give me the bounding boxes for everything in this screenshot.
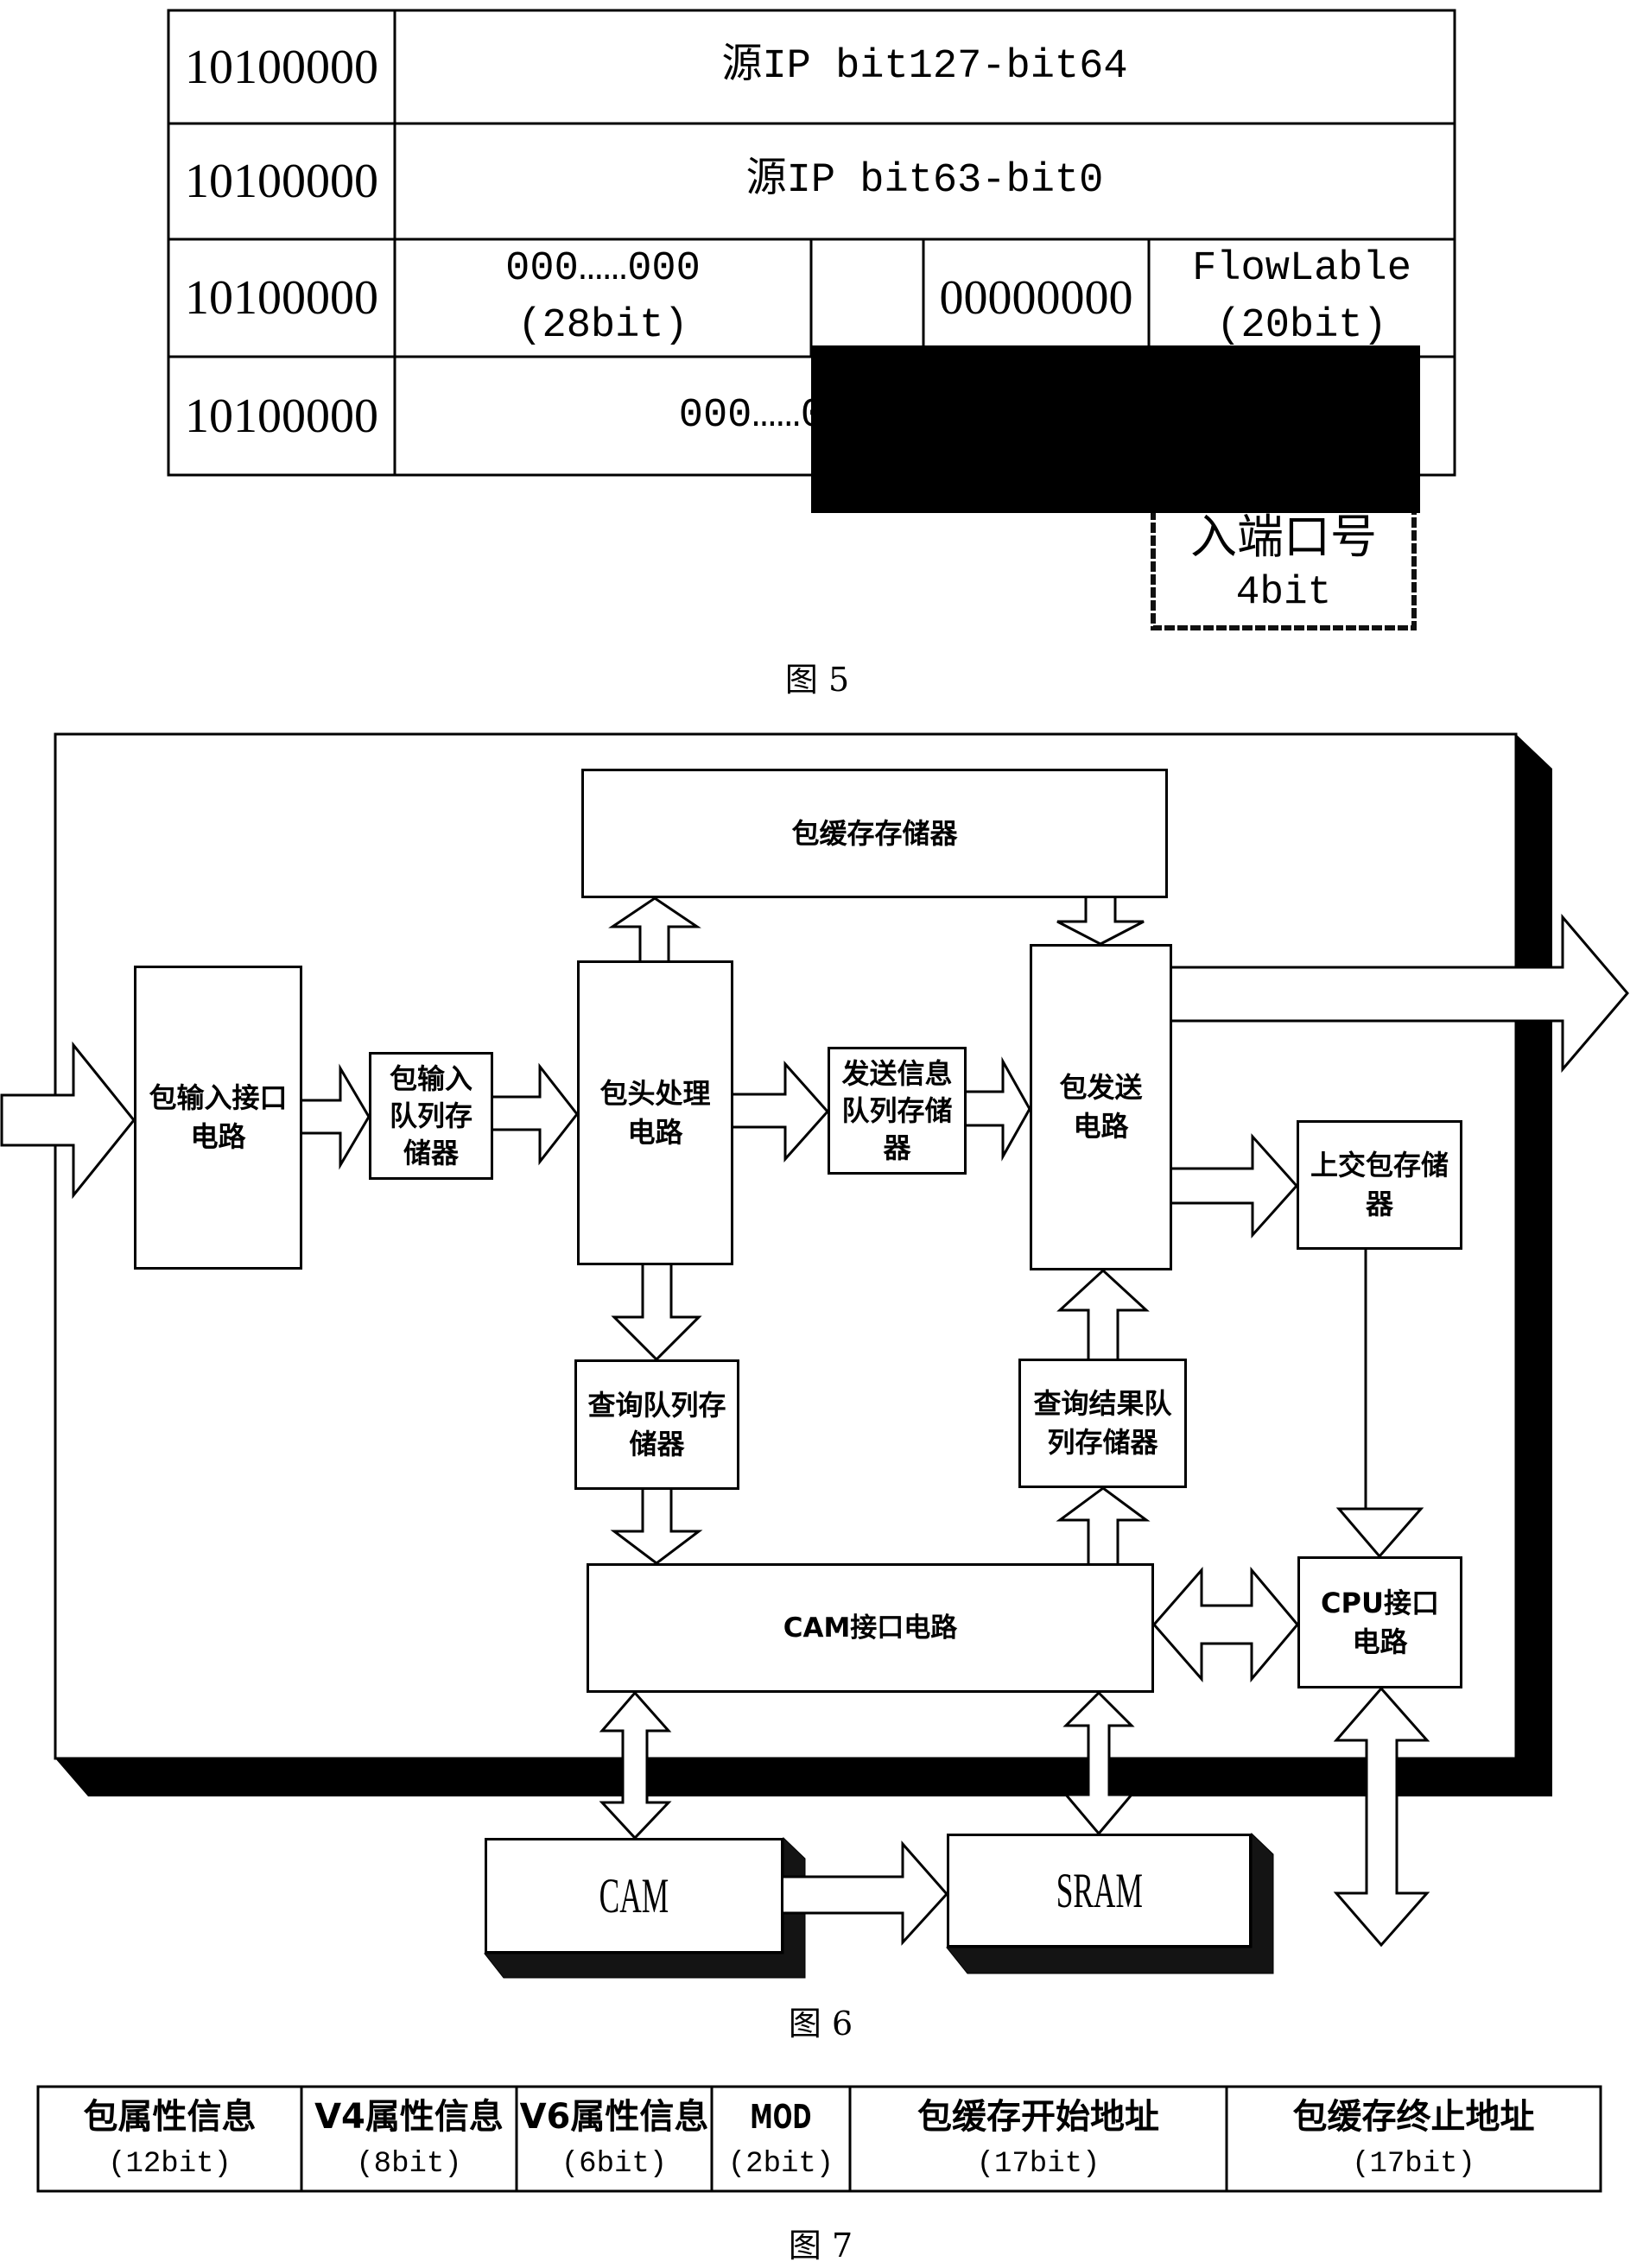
packet-input-queue-memory-block: 包输入 队列存 储器 xyxy=(369,1052,493,1180)
block-label-line: 器 xyxy=(1365,1188,1393,1220)
fig5-port-number-bits: 4bit xyxy=(1235,570,1332,615)
block-label-line: 包缓存存储器 xyxy=(791,816,958,850)
block-label-line: 电路 xyxy=(627,1115,683,1149)
fig7-field-bits: (17bit) xyxy=(1352,2147,1475,2181)
packet-send-block: 包发送 电路 xyxy=(1030,944,1172,1270)
fig5-row4-prefix: 10100000 xyxy=(185,389,378,443)
header-processing-block: 包头处理 电路 xyxy=(577,960,733,1265)
fig5-row3-empty-cell xyxy=(811,239,923,357)
fig7-field-buffer-start-address: 包缓存开始地址 (17bit) xyxy=(850,2087,1227,2191)
cpu-interface-block: CPU接口 电路 xyxy=(1297,1556,1462,1688)
fig5-row2-prefix: 10100000 xyxy=(185,155,378,208)
block-label-line: 器 xyxy=(883,1131,911,1164)
block-label-line: 电路 xyxy=(1073,1110,1129,1143)
lookup-result-queue-memory-block: 查询结果队 列存储器 xyxy=(1018,1359,1187,1488)
redaction-block xyxy=(811,345,1420,513)
fig7-field-name: 包缓存终止地址 xyxy=(1292,2096,1535,2137)
fig7-field-name: V6属性信息 xyxy=(519,2096,709,2137)
fig7-field-name: 包缓存开始地址 xyxy=(917,2096,1159,2137)
figure-7-caption: 图 7 xyxy=(788,2227,853,2265)
block-label-line: 队列存储 xyxy=(841,1093,953,1127)
fig5-port-number-label: 入端口号 xyxy=(1190,510,1377,564)
fig5-row3-zero-byte-cell: 00000000 xyxy=(939,271,1133,325)
fig5-row2-field: 源IP bit63-bit0 xyxy=(745,158,1104,204)
fig5-cell-value: FlowLable xyxy=(1192,246,1411,292)
block-label-line: 包头处理 xyxy=(599,1076,711,1110)
fig7-field-name: V4属性信息 xyxy=(314,2096,504,2137)
patent-drawing-page: 10100000 源IP bit127-bit64 10100000 源IP b… xyxy=(0,0,1630,2268)
fig7-field-buffer-end-address: 包缓存终止地址 (17bit) xyxy=(1227,2087,1601,2191)
cam-chip: CAM xyxy=(485,1838,783,1954)
fig7-field-bits: (8bit) xyxy=(356,2147,462,2181)
fig5-cell-bits: (28bit) xyxy=(517,303,688,349)
packet-buffer-memory-block: 包缓存存储器 xyxy=(581,769,1168,898)
figure-5-caption: 图 5 xyxy=(784,661,850,699)
fig7-field-bits: (2bit) xyxy=(727,2147,834,2181)
upload-packet-memory-block: 上交包存储 器 xyxy=(1297,1120,1462,1250)
fig7-field-packet-attributes: 包属性信息 (12bit) xyxy=(38,2087,301,2191)
block-label-line: 包输入接口 xyxy=(149,1081,288,1114)
block-label-line: 储器 xyxy=(403,1136,459,1169)
packet-input-interface-block: 包输入接口 电路 xyxy=(134,966,302,1270)
fig5-row3-prefix: 10100000 xyxy=(185,271,378,325)
cam-interface-block: CAM接口电路 xyxy=(587,1563,1154,1693)
fig7-field-name: 包属性信息 xyxy=(83,2096,257,2137)
block-label-line: 发送信息 xyxy=(841,1056,953,1090)
sram-chip: SRAM xyxy=(947,1834,1252,1948)
block-label-line: 查询队列存 xyxy=(587,1388,726,1422)
fig5-row4-field: 000……0 xyxy=(678,392,825,439)
block-label-line: 储器 xyxy=(629,1427,685,1460)
block-label-line: 电路 xyxy=(1352,1625,1408,1658)
fig5-row1-field: 源IP bit127-bit64 xyxy=(721,43,1128,90)
fig7-field-bits: (6bit) xyxy=(561,2147,668,2181)
block-label-line: 电路 xyxy=(190,1120,246,1153)
send-info-queue-memory-block: 发送信息 队列存储 器 xyxy=(828,1047,967,1175)
double-arrow-cpu-interface-external xyxy=(1333,1686,1430,1948)
cam-chip-label: CAM xyxy=(599,1868,669,1923)
fig5-row3-flow-label-cell: FlowLable (20bit) xyxy=(1149,239,1455,357)
fig7-field-mod: MOD (2bit) xyxy=(712,2087,850,2191)
block-label-line: 包输入 xyxy=(389,1061,473,1095)
sram-chip-label: SRAM xyxy=(1056,1863,1143,1918)
fig7-field-bits: (17bit) xyxy=(976,2147,1100,2181)
block-label-line: 队列存 xyxy=(389,1099,473,1132)
block-label-line: 上交包存储 xyxy=(1310,1149,1449,1182)
figure-6-enclosure xyxy=(54,732,1552,1979)
block-label-line: CPU接口 xyxy=(1321,1586,1439,1619)
fig5-cell-value: 000……000 xyxy=(505,246,701,292)
fig7-field-v4-attributes: V4属性信息 (8bit) xyxy=(301,2087,517,2191)
block-label-line: 查询结果队 xyxy=(1033,1387,1172,1420)
block-label-line: CAM接口电路 xyxy=(783,1612,958,1644)
fig5-row1-prefix: 10100000 xyxy=(185,40,378,94)
fig7-field-bits: (12bit) xyxy=(108,2147,231,2181)
figure-6-caption: 图 6 xyxy=(788,2005,853,2043)
fig7-field-name: MOD xyxy=(750,2097,812,2136)
lookup-queue-memory-block: 查询队列存 储器 xyxy=(574,1359,739,1490)
fig7-field-v6-attributes: V6属性信息 (6bit) xyxy=(517,2087,712,2191)
fig5-row3-zero-padding-cell: 000……000 (28bit) xyxy=(395,239,811,357)
block-label-line: 包发送 xyxy=(1059,1071,1143,1104)
block-label-line: 列存储器 xyxy=(1047,1426,1158,1459)
